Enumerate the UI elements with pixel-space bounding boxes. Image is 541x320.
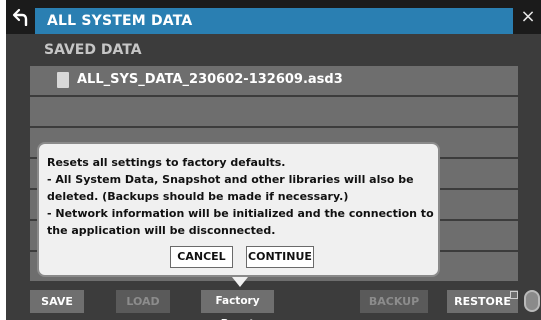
screen: ALL SYSTEM DATA × SAVED DATA ALL_SYS_DAT… [6,0,541,320]
section-label: SAVED DATA [44,42,142,58]
dialog-line: Resets all settings to factory defaults. [47,156,286,169]
external-link-icon [510,291,518,299]
file-icon [57,72,69,88]
encoder-knob-icon [524,290,540,312]
window-title: ALL SYSTEM DATA [47,13,193,29]
dialog-line: - Network information will be initialize… [47,207,434,220]
factory-reset-button[interactable]: Factory Reset [201,290,274,320]
factory-reset-dialog: Resets all settings to factory defaults.… [37,142,440,277]
back-arrow-icon [12,8,28,26]
load-button[interactable]: LOAD [116,290,170,313]
close-icon[interactable]: × [517,6,539,28]
dialog-line: the application will be disconnected. [47,224,276,237]
dialog-pointer [232,277,248,287]
list-item[interactable] [30,97,518,126]
back-button[interactable] [6,0,34,34]
save-button[interactable]: SAVE [30,290,84,313]
title-box: ALL SYSTEM DATA [35,8,513,34]
continue-button[interactable]: CONTINUE [246,246,314,268]
list-item[interactable]: ALL_SYS_DATA_230602-132609.asd3 [30,66,518,95]
restore-button[interactable]: RESTORE [447,290,518,313]
file-name: ALL_SYS_DATA_230602-132609.asd3 [77,72,343,87]
dialog-line: - All System Data, Snapshot and other li… [47,173,414,186]
dialog-line: deleted. (Backups should be made if nece… [47,190,349,203]
backup-button[interactable]: BACKUP [360,290,428,313]
dialog-message: Resets all settings to factory defaults.… [47,154,435,239]
cancel-button[interactable]: CANCEL [170,246,233,268]
title-bar: ALL SYSTEM DATA × [6,0,541,34]
